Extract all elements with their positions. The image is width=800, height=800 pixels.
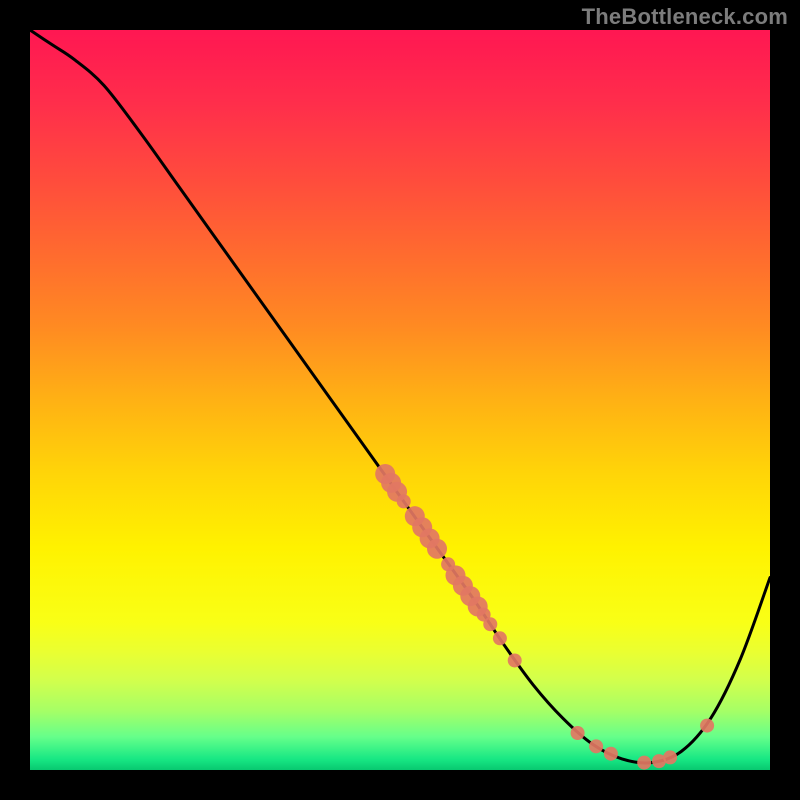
highlight-marker bbox=[493, 631, 507, 645]
highlight-marker bbox=[637, 756, 651, 770]
highlight-marker bbox=[508, 653, 522, 667]
watermark-label: TheBottleneck.com bbox=[582, 4, 788, 30]
plot-background bbox=[30, 30, 770, 770]
highlight-marker bbox=[663, 750, 677, 764]
bottleneck-chart bbox=[0, 0, 800, 800]
highlight-marker bbox=[397, 494, 411, 508]
chart-stage: TheBottleneck.com bbox=[0, 0, 800, 800]
highlight-marker bbox=[427, 539, 447, 559]
highlight-marker bbox=[604, 747, 618, 761]
highlight-marker bbox=[483, 617, 497, 631]
highlight-marker bbox=[589, 739, 603, 753]
highlight-marker bbox=[571, 726, 585, 740]
highlight-marker bbox=[700, 719, 714, 733]
